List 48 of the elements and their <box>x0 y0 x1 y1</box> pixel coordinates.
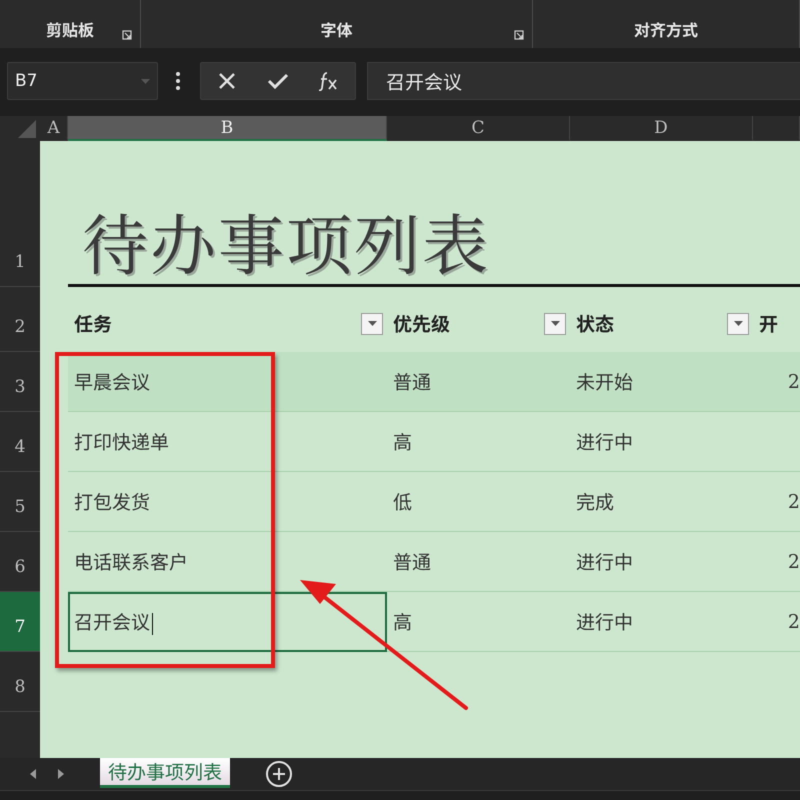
table-cell: 高 <box>387 412 570 472</box>
plus-icon <box>272 767 286 781</box>
ribbon-group-label: 对齐方式 <box>634 20 698 41</box>
table-cell: 进行中 <box>570 412 753 472</box>
table-cell: 进行中 <box>570 592 753 652</box>
table-cell: 进行中 <box>570 532 753 592</box>
table-cell: 普通 <box>387 532 570 592</box>
table-cell: 2 <box>753 592 800 652</box>
scroll-left-icon[interactable] <box>28 768 38 780</box>
dropdown-icon <box>368 321 376 326</box>
table-cell: 2 <box>753 472 800 532</box>
name-box[interactable]: B7 <box>7 62 158 100</box>
text-cursor <box>152 612 154 635</box>
table-cell: 2 <box>753 352 800 412</box>
table-cell: 2 <box>753 532 800 592</box>
table-cell: 普通 <box>387 352 570 412</box>
row-header[interactable]: 7 <box>0 592 40 652</box>
column-heading: 任务 <box>74 313 112 337</box>
sheet-tab[interactable]: 待办事项列表 <box>100 758 230 788</box>
table-cell: 低 <box>387 472 570 532</box>
check-icon <box>266 72 289 90</box>
add-sheet-button[interactable] <box>266 761 292 787</box>
filter-button[interactable] <box>727 312 749 334</box>
dropdown-icon <box>734 321 742 326</box>
dialog-launcher-icon[interactable] <box>514 30 524 40</box>
dropdown-icon <box>550 321 560 326</box>
dialog-launcher-icon[interactable] <box>122 30 132 40</box>
filter-button[interactable] <box>361 312 383 334</box>
formula-field[interactable]: 召开会议 <box>367 62 800 100</box>
table-cell[interactable]: 早晨会议 <box>68 352 387 412</box>
close-icon <box>218 72 236 90</box>
filter-button[interactable] <box>544 312 566 334</box>
table-cell[interactable]: 打包发货 <box>68 472 387 532</box>
sheet-title: 待办事项列表 <box>82 214 490 280</box>
column-heading: 开 <box>759 313 778 337</box>
column-header[interactable]: B <box>68 116 387 141</box>
ribbon-group-label: 字体 <box>320 20 352 41</box>
table-cell: 高 <box>387 592 570 652</box>
more-icon[interactable] <box>175 72 181 90</box>
table-cell: 完成 <box>570 472 753 532</box>
table-cell: 未开始 <box>570 352 753 412</box>
column-heading: 状态 <box>576 313 614 337</box>
scroll-right-icon[interactable] <box>56 768 66 780</box>
table-cell[interactable]: 打印快递单 <box>68 412 387 472</box>
column-heading: 优先级 <box>393 313 450 337</box>
table-cell[interactable]: 召开会议 <box>68 592 387 652</box>
ribbon-group-label: 剪贴板 <box>46 20 94 41</box>
dropdown-icon <box>141 78 150 84</box>
